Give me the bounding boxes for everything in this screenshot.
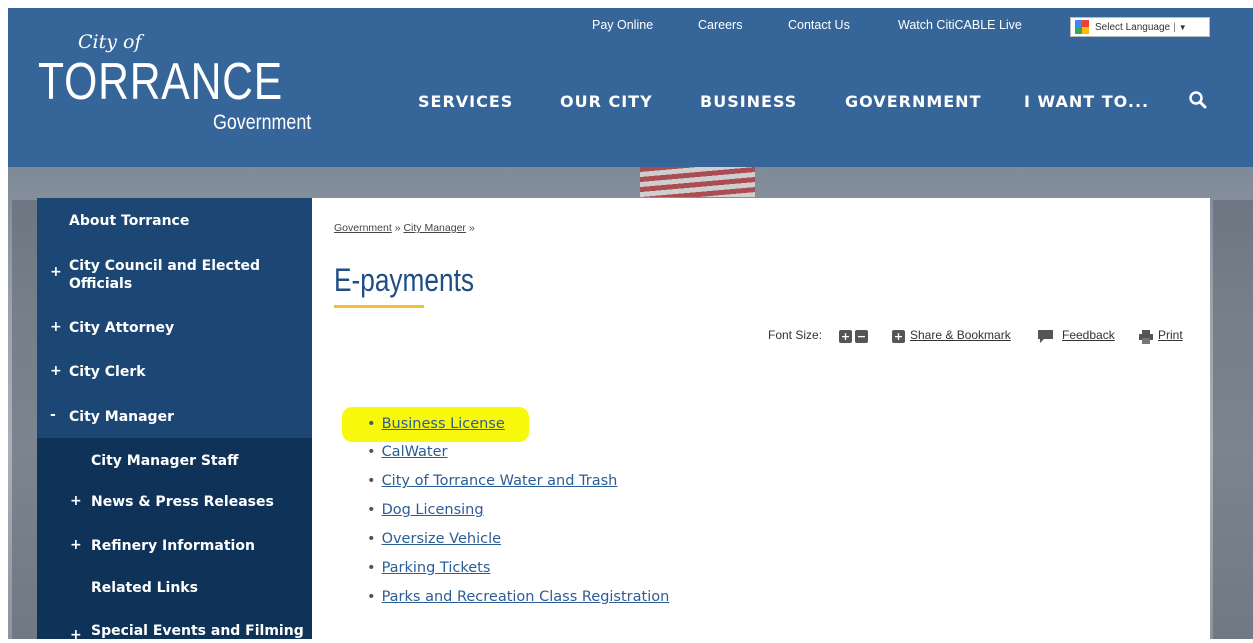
title-underline: [334, 305, 424, 308]
sidebar-item-city-clerk[interactable]: City Clerk: [69, 363, 146, 381]
oversize-vehicle-link[interactable]: Oversize Vehicle: [382, 531, 501, 547]
print-icon: [1139, 330, 1153, 344]
print-label[interactable]: Print: [1158, 328, 1183, 342]
business-license-link[interactable]: Business License: [382, 416, 505, 432]
bullet: •: [367, 444, 376, 460]
print-link[interactable]: Print: [1158, 328, 1183, 342]
breadcrumb-separator: »: [468, 222, 475, 234]
list-item: • Business License: [367, 416, 505, 432]
page-title: E-payments: [334, 262, 475, 298]
breadcrumb-separator: »: [394, 222, 401, 234]
font-size-label: Font Size:: [768, 328, 823, 342]
feedback-link[interactable]: Feedback: [1062, 328, 1115, 342]
nav-government[interactable]: GOVERNMENT: [845, 92, 981, 111]
font-decrease-button[interactable]: −: [855, 330, 868, 343]
bullet: •: [367, 473, 376, 489]
share-icon: +: [892, 330, 905, 343]
nav-i-want-to[interactable]: I WANT TO...: [1024, 92, 1149, 111]
pay-online-link[interactable]: Pay Online: [592, 18, 653, 32]
list-item: • Parking Tickets: [367, 560, 490, 576]
sidebar-subitem-refinery-info[interactable]: Refinery Information: [91, 537, 255, 555]
collapse-icon[interactable]: -: [50, 407, 56, 423]
expand-icon[interactable]: +: [50, 363, 62, 379]
expand-icon[interactable]: +: [70, 493, 82, 509]
search-icon[interactable]: [1188, 90, 1208, 110]
nav-our-city[interactable]: OUR CITY: [560, 92, 653, 111]
column-decoration: [1213, 200, 1253, 639]
list-item: • CalWater: [367, 444, 447, 460]
list-item: • City of Torrance Water and Trash: [367, 473, 617, 489]
parking-tickets-link[interactable]: Parking Tickets: [382, 560, 491, 576]
parks-recreation-link[interactable]: Parks and Recreation Class Registration: [382, 589, 670, 605]
logo-city-of: City of: [78, 31, 142, 53]
watch-citicable-link[interactable]: Watch CitiCABLE Live: [898, 18, 1022, 32]
city-logo[interactable]: City of TORRANCE Government: [38, 28, 318, 138]
breadcrumb: Government » City Manager »: [334, 222, 475, 234]
expand-icon[interactable]: +: [50, 264, 62, 280]
feedback-icon: [1038, 330, 1053, 343]
google-translate-icon: [1075, 20, 1089, 34]
sidebar-item-city-council[interactable]: City Council and Elected Officials: [69, 257, 289, 293]
sidebar-subitem-related-links[interactable]: Related Links: [91, 579, 198, 597]
water-trash-link[interactable]: City of Torrance Water and Trash: [382, 473, 618, 489]
bullet: •: [367, 531, 376, 547]
list-item: • Dog Licensing: [367, 502, 484, 518]
list-item: • Oversize Vehicle: [367, 531, 501, 547]
share-bookmark-label[interactable]: Share & Bookmark: [910, 328, 1011, 342]
expand-icon[interactable]: +: [50, 319, 62, 335]
logo-torrance: TORRANCE: [38, 53, 284, 111]
sidebar-subitem-city-manager-staff[interactable]: City Manager Staff: [91, 452, 238, 470]
sidebar-item-about-torrance[interactable]: About Torrance: [69, 212, 189, 230]
sidebar-subitem-news-press[interactable]: News & Press Releases: [91, 493, 274, 511]
expand-icon[interactable]: +: [70, 627, 82, 643]
sidebar-subitem-special-events[interactable]: Special Events and Filming: [91, 622, 304, 640]
bullet: •: [367, 560, 376, 576]
bullet: •: [367, 502, 376, 518]
breadcrumb-city-manager[interactable]: City Manager: [403, 222, 465, 234]
font-increase-button[interactable]: +: [839, 330, 852, 343]
nav-services[interactable]: SERVICES: [418, 92, 513, 111]
list-item: • Parks and Recreation Class Registration: [367, 589, 669, 605]
expand-icon[interactable]: +: [70, 537, 82, 553]
sidebar-item-city-manager[interactable]: City Manager: [69, 408, 174, 426]
breadcrumb-government[interactable]: Government: [334, 222, 392, 234]
site-header: City of TORRANCE Government Pay Online C…: [8, 8, 1253, 167]
sidebar-item-city-attorney[interactable]: City Attorney: [69, 319, 174, 337]
chevron-down-icon: ▼: [1178, 22, 1187, 32]
language-separator: |: [1173, 21, 1176, 33]
share-bookmark-link[interactable]: Share & Bookmark: [910, 328, 1011, 342]
language-select[interactable]: Select Language | ▼: [1070, 17, 1210, 37]
contact-us-link[interactable]: Contact Us: [788, 18, 850, 32]
language-label: Select Language: [1095, 21, 1171, 33]
dog-licensing-link[interactable]: Dog Licensing: [382, 502, 484, 518]
calwater-link[interactable]: CalWater: [382, 444, 448, 460]
flag-image: [640, 167, 755, 197]
logo-government: Government: [213, 111, 312, 134]
nav-business[interactable]: BUSINESS: [700, 92, 797, 111]
bullet: •: [367, 416, 376, 432]
bullet: •: [367, 589, 376, 605]
careers-link[interactable]: Careers: [698, 18, 742, 32]
feedback-label[interactable]: Feedback: [1062, 328, 1115, 342]
